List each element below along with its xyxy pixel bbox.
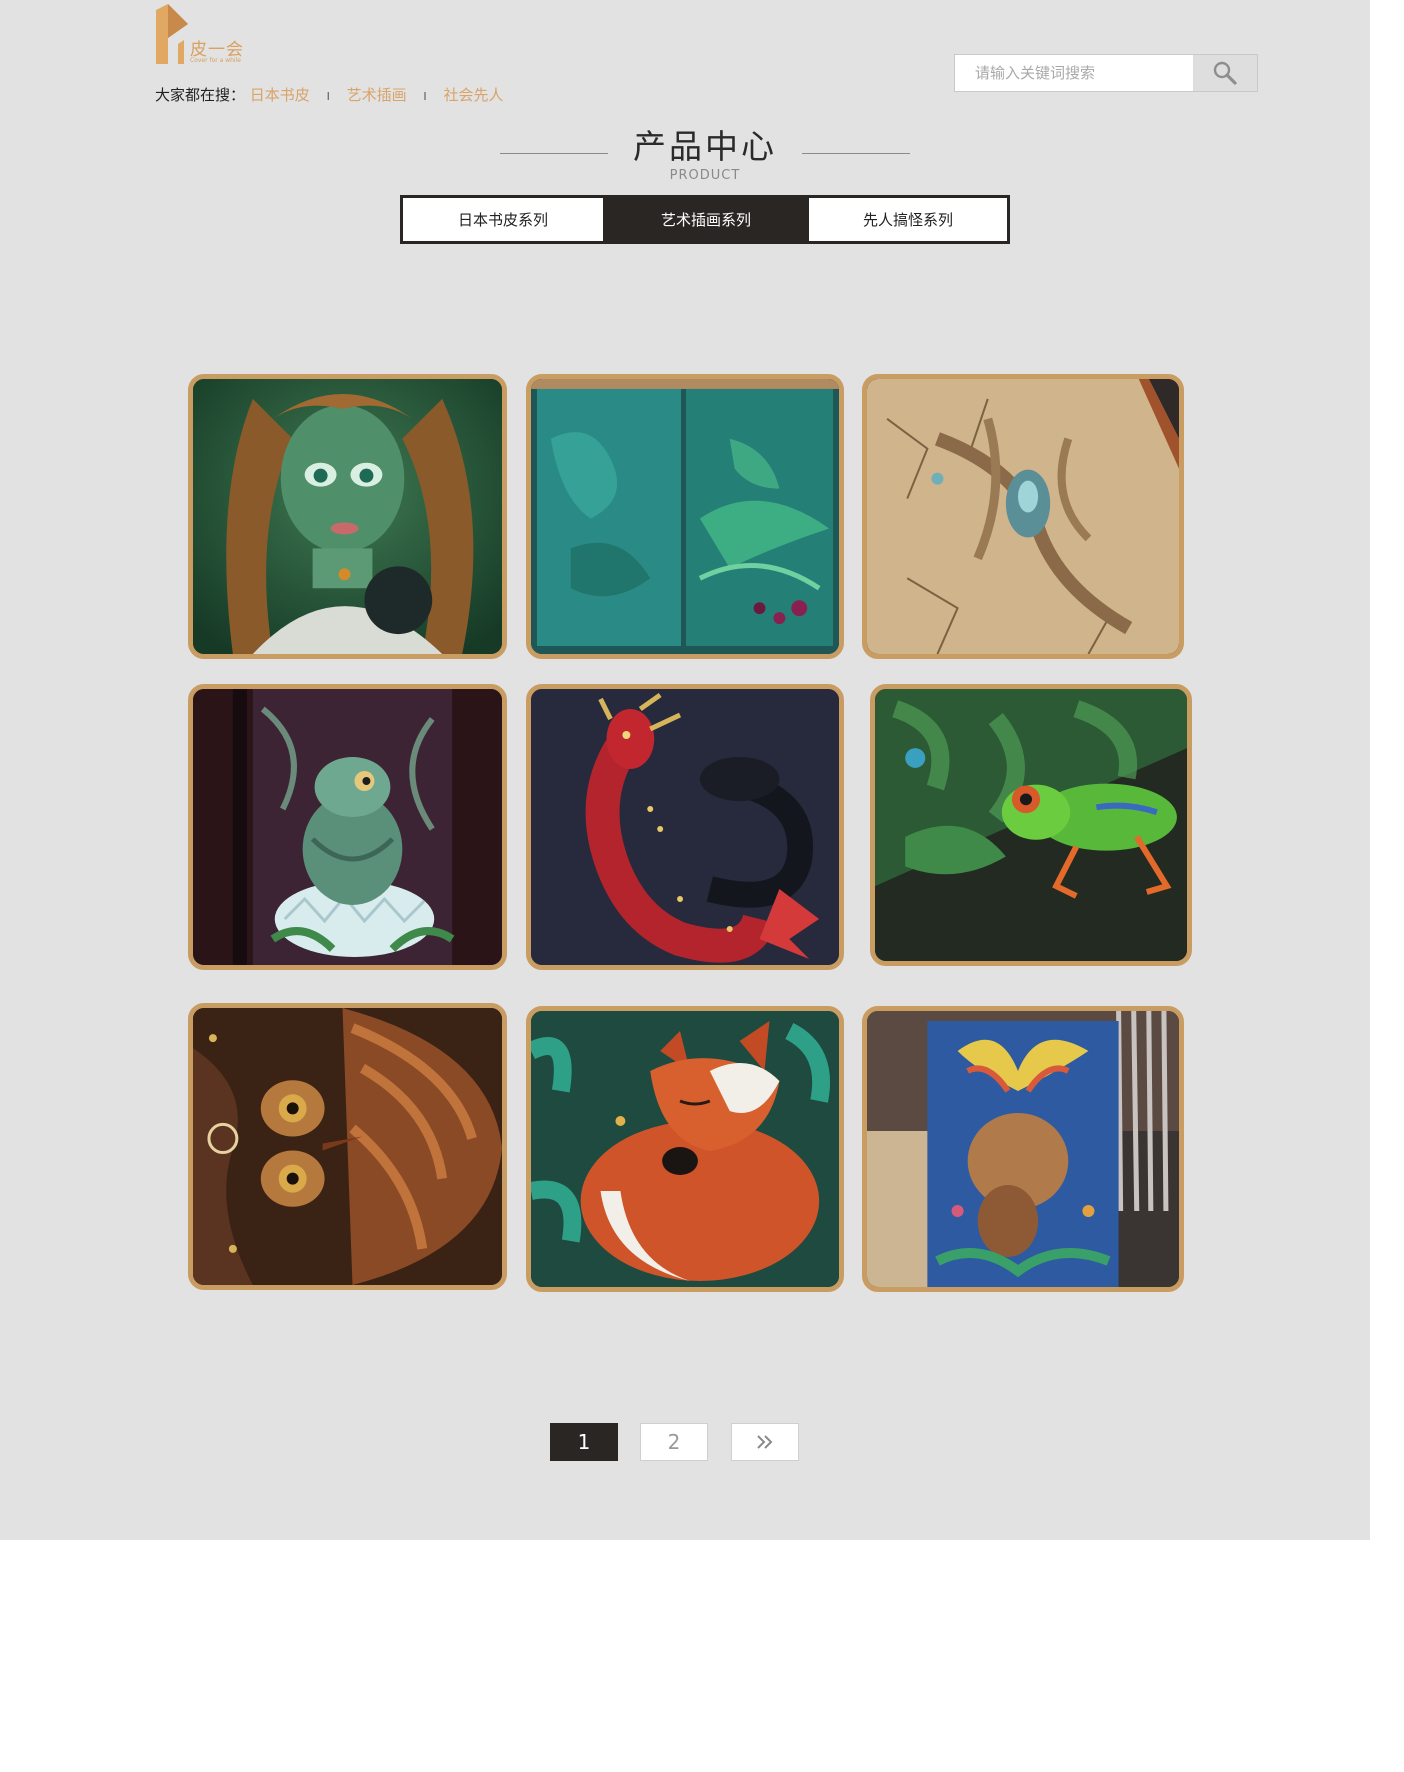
- tab-art-illustration[interactable]: 艺术插画系列: [603, 198, 809, 241]
- product-image: [193, 1008, 502, 1285]
- page-title: 产品中心: [633, 127, 777, 166]
- product-card[interactable]: [188, 374, 507, 659]
- logo-tagline: Cover for a while: [190, 57, 241, 64]
- hot-search-bar: 大家都在搜： 日本书皮 I 艺术插画 I 社会先人: [155, 84, 503, 105]
- page-2-button[interactable]: 2: [640, 1423, 708, 1461]
- logo-mark-icon: [156, 4, 188, 64]
- hot-search-link-social-pioneers[interactable]: 社会先人: [443, 86, 503, 104]
- product-image: [867, 379, 1179, 654]
- hot-search-link-art-illustration[interactable]: 艺术插画: [347, 86, 407, 104]
- next-page-button[interactable]: [731, 1423, 799, 1461]
- product-image: [531, 379, 839, 654]
- hot-search-link-japanese-covers[interactable]: 日本书皮: [250, 86, 310, 104]
- search-button[interactable]: [1193, 55, 1257, 91]
- title-divider-right: [802, 153, 910, 154]
- logo[interactable]: 皮一会 Cover for a while: [154, 4, 254, 70]
- product-image: [193, 379, 502, 654]
- hot-search-separator: I: [423, 90, 427, 103]
- search-box: [954, 54, 1258, 92]
- product-image: [867, 1011, 1179, 1287]
- product-image: [531, 1011, 839, 1287]
- hot-search-separator: I: [326, 90, 330, 103]
- product-card[interactable]: [862, 374, 1184, 659]
- search-icon: [1213, 61, 1237, 85]
- product-card[interactable]: [526, 374, 844, 659]
- tab-pioneer-funny[interactable]: 先人搞怪系列: [809, 198, 1007, 241]
- double-chevron-right-icon: [757, 1435, 773, 1449]
- hot-search-label: 大家都在搜：: [155, 86, 246, 104]
- search-input[interactable]: [955, 55, 1191, 91]
- title-divider-left: [500, 153, 608, 154]
- product-image: [531, 689, 839, 965]
- product-card[interactable]: [870, 684, 1192, 966]
- product-card[interactable]: [526, 684, 844, 970]
- product-card[interactable]: [526, 1006, 844, 1292]
- page-subtitle: PRODUCT: [669, 168, 741, 183]
- product-card[interactable]: [188, 684, 507, 970]
- product-card[interactable]: [188, 1003, 507, 1290]
- category-tabs: 日本书皮系列 艺术插画系列 先人搞怪系列: [400, 195, 1010, 244]
- product-image: [193, 689, 502, 965]
- product-image: [875, 689, 1187, 961]
- product-card[interactable]: [862, 1006, 1184, 1292]
- tab-japanese-covers[interactable]: 日本书皮系列: [403, 198, 603, 241]
- page-1-button[interactable]: 1: [550, 1423, 618, 1461]
